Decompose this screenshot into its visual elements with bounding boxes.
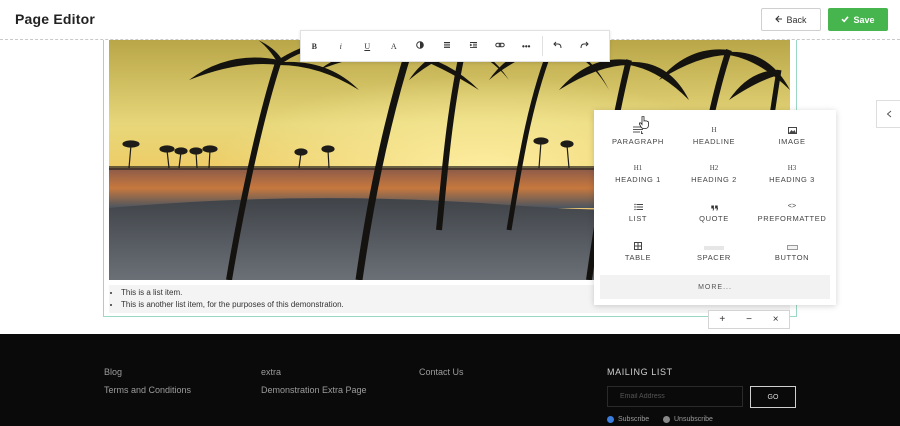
- redo-button[interactable]: [571, 30, 598, 62]
- headline-icon: H: [711, 126, 717, 134]
- footer-link-contact[interactable]: Contact Us: [419, 367, 464, 377]
- save-button-label: Save: [853, 14, 875, 25]
- font-color-icon: A: [390, 41, 397, 51]
- block-controls: + − ×: [708, 310, 790, 329]
- block-option-quote[interactable]: QUOTE: [674, 197, 754, 233]
- block-option-label: HEADING 1: [615, 175, 661, 184]
- bold-icon: B: [311, 41, 317, 51]
- block-option-label: IMAGE: [778, 137, 806, 146]
- button-icon: [752, 236, 832, 250]
- paragraph-icon: [598, 120, 678, 134]
- arrow-left-icon: [775, 15, 783, 25]
- heading2-icon: H2: [709, 164, 719, 172]
- block-option-table[interactable]: TABLE: [598, 236, 678, 272]
- block-option-label: HEADLINE: [692, 137, 736, 146]
- block-option-label: HEADING 3: [769, 175, 815, 184]
- block-option-button[interactable]: BUTTON: [752, 236, 832, 272]
- format-toolbar: B i U A •••: [300, 30, 610, 62]
- italic-button[interactable]: i: [328, 30, 355, 62]
- side-panel-toggle[interactable]: [876, 100, 900, 128]
- block-option-heading-1[interactable]: H1 HEADING 1: [598, 158, 678, 194]
- link-button[interactable]: [487, 30, 514, 62]
- undo-button[interactable]: [545, 30, 572, 62]
- subscribe-go-button[interactable]: GO: [750, 386, 796, 408]
- block-option-label: QUOTE: [699, 214, 729, 223]
- heading3-icon: H3: [787, 164, 797, 172]
- block-option-label: PREFORMATTED: [757, 214, 827, 223]
- back-button[interactable]: Back: [761, 8, 821, 31]
- block-option-label: SPACER: [697, 253, 731, 262]
- page-title: Page Editor: [15, 11, 95, 27]
- mailing-list-title: MAILING LIST: [607, 367, 673, 377]
- save-button[interactable]: Save: [828, 8, 888, 31]
- align-icon: [443, 41, 451, 51]
- unsubscribe-label: Unsubscribe: [674, 416, 713, 423]
- remove-block-button[interactable]: −: [736, 311, 763, 328]
- subscribe-radio[interactable]: Subscribe: [607, 416, 649, 423]
- code-icon: <>: [787, 203, 797, 211]
- undo-icon: [553, 41, 562, 51]
- indent-icon: [469, 41, 478, 51]
- email-input[interactable]: [607, 386, 743, 407]
- spacer-icon: [674, 236, 754, 250]
- block-picker: PARAGRAPH H HEADLINE IMAGE H1 HEADING 1 …: [594, 110, 836, 305]
- footer-link-blog[interactable]: Blog: [104, 367, 122, 377]
- chevron-left-icon: [886, 105, 892, 123]
- quote-icon: [674, 197, 754, 211]
- contrast-button[interactable]: [407, 30, 434, 62]
- footer-link-demo-extra[interactable]: Demonstration Extra Page: [261, 385, 367, 395]
- contrast-icon: [416, 41, 425, 51]
- block-option-label: LIST: [628, 214, 648, 223]
- font-color-button[interactable]: A: [381, 30, 408, 62]
- more-blocks-button[interactable]: MORE...: [600, 275, 830, 299]
- block-option-label: HEADING 2: [691, 175, 737, 184]
- ellipsis-icon: •••: [522, 41, 531, 51]
- add-block-button[interactable]: +: [709, 311, 736, 328]
- underline-icon: U: [364, 41, 371, 51]
- table-icon: [598, 236, 678, 250]
- page-editor: Page Editor Back Save • This is a list i…: [0, 0, 900, 426]
- redo-icon: [580, 41, 589, 51]
- indent-button[interactable]: [460, 30, 487, 62]
- more-options-button[interactable]: •••: [513, 30, 540, 62]
- check-icon: [841, 15, 850, 25]
- site-footer: [0, 334, 900, 426]
- block-option-paragraph[interactable]: PARAGRAPH: [598, 120, 678, 156]
- pointer-cursor-icon: [638, 115, 649, 134]
- bold-button[interactable]: B: [301, 30, 328, 62]
- image-icon: [752, 120, 832, 134]
- block-option-heading-3[interactable]: H3 HEADING 3: [752, 158, 832, 194]
- block-option-heading-2[interactable]: H2 HEADING 2: [674, 158, 754, 194]
- block-option-label: PARAGRAPH: [612, 137, 664, 146]
- underline-button[interactable]: U: [354, 30, 381, 62]
- link-icon: [495, 41, 505, 51]
- unsubscribe-radio[interactable]: Unsubscribe: [663, 416, 713, 423]
- subscribe-label: Subscribe: [618, 416, 650, 423]
- radio-selected-icon: [607, 416, 614, 423]
- block-option-label: BUTTON: [774, 253, 810, 262]
- radio-unselected-icon: [663, 416, 670, 423]
- block-option-spacer[interactable]: SPACER: [674, 236, 754, 272]
- block-option-image[interactable]: IMAGE: [752, 120, 832, 156]
- heading1-icon: H1: [633, 164, 643, 172]
- list-icon: [598, 197, 678, 211]
- block-option-headline[interactable]: H HEADLINE: [674, 120, 754, 156]
- close-block-button[interactable]: ×: [762, 311, 789, 328]
- footer-link-extra[interactable]: extra: [261, 367, 281, 377]
- italic-icon: i: [339, 41, 342, 51]
- toolbar-divider: [541, 36, 543, 56]
- footer-link-terms[interactable]: Terms and Conditions: [104, 385, 191, 395]
- align-button[interactable]: [434, 30, 461, 62]
- block-option-label: TABLE: [624, 253, 652, 262]
- back-button-label: Back: [786, 14, 807, 25]
- block-option-list[interactable]: LIST: [598, 197, 678, 233]
- block-option-preformatted[interactable]: <> PREFORMATTED: [752, 197, 832, 233]
